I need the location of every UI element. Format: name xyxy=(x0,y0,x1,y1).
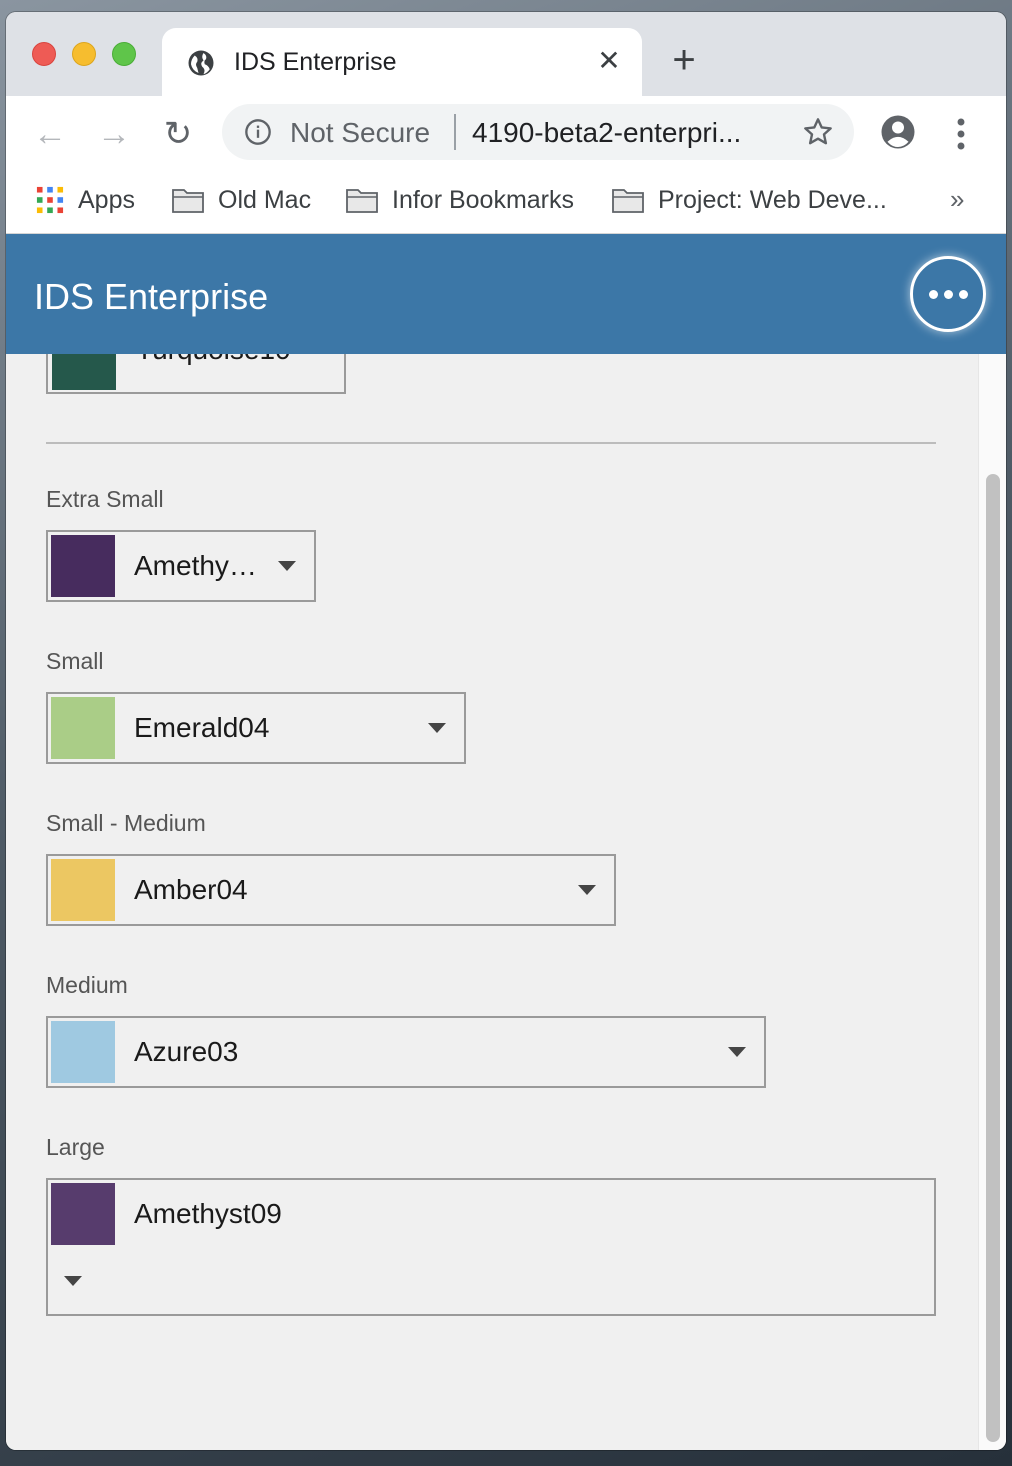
colorpicker-value: Azure03 xyxy=(134,1036,239,1067)
dropdown-arrow-icon[interactable] xyxy=(64,1276,82,1286)
bookmarks-overflow-button[interactable]: » xyxy=(950,184,964,215)
apps-grid-icon xyxy=(36,186,64,214)
new-tab-icon[interactable]: + xyxy=(666,40,702,80)
more-dots-icon xyxy=(943,289,953,299)
zoom-window-button[interactable] xyxy=(112,42,136,66)
app-header: IDS Enterprise xyxy=(6,234,1006,354)
close-window-button[interactable] xyxy=(32,42,56,66)
reload-icon[interactable]: ↻ xyxy=(158,114,198,154)
globe-icon xyxy=(188,50,214,76)
address-bar[interactable]: Not Secure 4190-beta2-enterpri... xyxy=(222,104,854,160)
color-swatch xyxy=(51,1183,115,1245)
colorpicker-small-medium[interactable]: Amber04 xyxy=(46,854,616,926)
browser-menu-icon[interactable] xyxy=(946,114,976,154)
bookmarks-bar: Apps Old Mac Infor Bookmarks Project: We… xyxy=(6,170,1006,234)
info-icon[interactable] xyxy=(244,118,272,146)
tab-title: IDS Enterprise xyxy=(234,48,397,76)
field-label-extra-small: Extra Small xyxy=(46,486,164,512)
dropdown-arrow-icon[interactable] xyxy=(728,1047,746,1057)
section-divider xyxy=(46,442,936,444)
folder-icon xyxy=(612,189,644,213)
account-icon[interactable] xyxy=(880,114,916,150)
color-swatch xyxy=(52,354,116,390)
colorpicker-value: Amber04 xyxy=(134,874,248,905)
colorpicker-medium[interactable]: Azure03 xyxy=(46,1016,766,1088)
colorpicker-partial[interactable]: Turquoise10 xyxy=(46,354,346,394)
bookmark-label: Project: Web Deve... xyxy=(658,185,887,214)
dropdown-arrow-icon[interactable] xyxy=(428,723,446,733)
colorpicker-value: Amethy… xyxy=(134,550,257,581)
colorpicker-value: Amethyst09 xyxy=(134,1198,282,1229)
url-text[interactable]: 4190-beta2-enterpri... xyxy=(472,117,741,149)
bookmark-star-icon[interactable] xyxy=(802,116,834,148)
minimize-window-button[interactable] xyxy=(72,42,96,66)
browser-toolbar: ← → ↻ Not Secure 4190-beta2-enterpri... xyxy=(6,96,1006,170)
dropdown-arrow-icon[interactable] xyxy=(578,885,596,895)
bookmark-label: Infor Bookmarks xyxy=(392,185,575,214)
bookmark-label: Old Mac xyxy=(218,185,312,214)
tab-ids-enterprise[interactable]: IDS Enterprise ✕ xyxy=(162,28,642,96)
field-label-medium: Medium xyxy=(46,972,128,998)
bookmark-old-mac[interactable]: Old Mac xyxy=(172,180,311,220)
more-dots-icon xyxy=(958,289,968,299)
bookmark-project-web-dev[interactable]: Project: Web Deve... xyxy=(612,180,887,220)
colorpicker-small[interactable]: Emerald04 xyxy=(46,692,466,764)
color-swatch xyxy=(51,535,115,597)
security-label: Not Secure xyxy=(290,117,431,148)
folder-icon xyxy=(172,189,204,213)
more-actions-button[interactable] xyxy=(910,256,986,332)
colorpicker-large[interactable]: Amethyst09 xyxy=(46,1178,936,1316)
color-swatch xyxy=(51,859,115,921)
vertical-scrollbar[interactable] xyxy=(978,354,1006,1450)
more-dots-icon xyxy=(928,289,938,299)
main-content: Turquoise10 Extra Small Amethy… Small Em… xyxy=(6,354,978,1450)
forward-arrow-icon[interactable]: → xyxy=(94,114,134,154)
back-arrow-icon[interactable]: ← xyxy=(30,114,70,154)
colorpicker-value: Emerald04 xyxy=(134,712,270,743)
browser-window: IDS Enterprise ✕ + ← → ↻ Not Secure 4190… xyxy=(6,12,1006,1450)
color-swatch xyxy=(51,697,115,759)
color-swatch xyxy=(51,1021,115,1083)
folder-icon xyxy=(346,189,378,213)
colorpicker-value: Turquoise10 xyxy=(136,354,291,366)
field-label-small: Small xyxy=(46,648,104,674)
bookmark-apps[interactable]: Apps xyxy=(36,180,135,220)
bookmark-label: Apps xyxy=(78,185,135,214)
page-title: IDS Enterprise xyxy=(34,276,269,317)
colorpicker-extra-small[interactable]: Amethy… xyxy=(46,530,316,602)
close-tab-icon[interactable]: ✕ xyxy=(594,46,624,76)
field-label-large: Large xyxy=(46,1134,105,1160)
tab-strip: IDS Enterprise ✕ + xyxy=(6,12,1006,96)
field-label-small-medium: Small - Medium xyxy=(46,810,206,836)
dropdown-arrow-icon[interactable] xyxy=(278,561,296,571)
scrollbar-thumb[interactable] xyxy=(986,474,1000,1442)
bookmark-infor-bookmarks[interactable]: Infor Bookmarks xyxy=(346,180,574,220)
omnibox-separator xyxy=(454,114,456,150)
